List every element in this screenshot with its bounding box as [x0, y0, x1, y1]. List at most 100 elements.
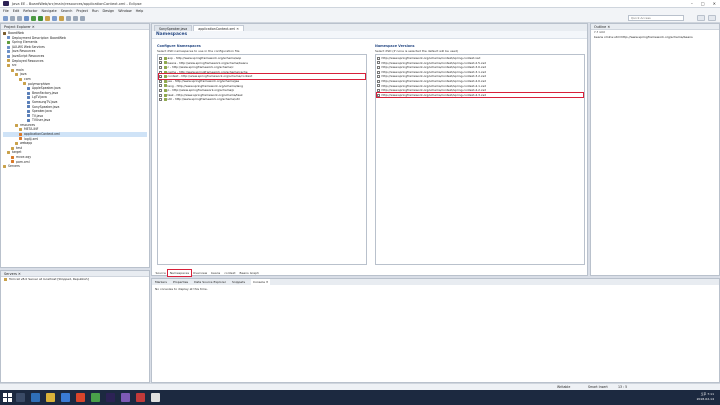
- namespace-item[interactable]: util - http://www.springframework.org/sc…: [159, 97, 365, 102]
- tree-node-icon: [27, 114, 30, 118]
- maximize-button[interactable]: □: [701, 1, 705, 6]
- debug-icon[interactable]: [31, 15, 36, 21]
- checkbox[interactable]: [159, 84, 162, 88]
- menu-search[interactable]: Search: [61, 9, 73, 13]
- open-type-icon[interactable]: [59, 15, 64, 21]
- tree-node-icon: [15, 123, 18, 127]
- editor-page-tabs: Source Namespaces Overview beans context Bean…: [154, 269, 260, 277]
- menu-project[interactable]: Project: [76, 9, 88, 13]
- tree-node-icon: [11, 146, 14, 150]
- menu-navigate[interactable]: Navigate: [42, 9, 57, 13]
- menu-file[interactable]: File: [3, 9, 9, 13]
- external-tools-icon[interactable]: [45, 15, 50, 21]
- search-icon[interactable]: [66, 15, 71, 21]
- eclipse-icon[interactable]: [106, 393, 115, 402]
- page-tab-context[interactable]: context: [223, 270, 237, 276]
- page-tab-source[interactable]: Source: [154, 270, 167, 276]
- server-item[interactable]: Tomcat v8.0 Server at localhost [Stopped…: [1, 277, 149, 282]
- tree-node-icon: [3, 31, 6, 35]
- app-icon[interactable]: [136, 393, 145, 402]
- print-icon[interactable]: [24, 15, 29, 21]
- save-all-icon[interactable]: [17, 15, 22, 21]
- checkbox[interactable]: [377, 75, 380, 79]
- checkbox[interactable]: [377, 65, 380, 69]
- taskbar: 오후 7:11 2018-02-14: [0, 390, 720, 405]
- checkbox[interactable]: [159, 65, 162, 69]
- checkbox[interactable]: [377, 93, 380, 97]
- tab-data-source-explorer[interactable]: Data Source Explorer: [194, 279, 226, 285]
- tree-node-icon: [7, 40, 10, 44]
- new-java-project-icon[interactable]: [52, 15, 57, 21]
- checkbox[interactable]: [159, 93, 162, 97]
- tab-applicationcontext-xml[interactable]: applicationContext.xml ✕: [193, 25, 244, 31]
- java-perspective-icon[interactable]: [708, 15, 716, 21]
- tree-node-icon: [7, 63, 10, 67]
- editor-tab-bar: SonySpeaker.java applicationContext.xml …: [152, 24, 587, 31]
- close-button[interactable]: ✕: [713, 1, 716, 6]
- app-icon[interactable]: [91, 393, 100, 402]
- checkbox[interactable]: ✓: [159, 61, 163, 65]
- forward-icon[interactable]: [80, 15, 85, 21]
- tree-node-icon: [19, 77, 22, 81]
- eclipse-icon: [3, 1, 9, 6]
- tab-snippets[interactable]: Snippets: [232, 279, 245, 285]
- new-icon[interactable]: [3, 15, 8, 21]
- outline-item[interactable]: beans xmlns:util=http://www.springframew…: [591, 35, 719, 40]
- namespace-icon: [163, 79, 167, 83]
- console-message: No consoles to display at this time.: [155, 287, 208, 291]
- store-icon[interactable]: [61, 393, 70, 402]
- checkbox[interactable]: [377, 84, 380, 88]
- menu-run[interactable]: Run: [92, 9, 99, 13]
- checkbox[interactable]: [159, 98, 162, 102]
- menu-help[interactable]: Help: [136, 9, 144, 13]
- edge-icon[interactable]: [31, 393, 40, 402]
- item-label: http://www.springframework.org/schema/co…: [381, 92, 486, 97]
- checkbox[interactable]: [159, 79, 162, 83]
- tree-node-icon: [27, 119, 30, 123]
- tab-console[interactable]: Console ✕: [251, 279, 271, 285]
- checkbox[interactable]: [377, 70, 380, 74]
- version-item[interactable]: http://www.springframework.org/schema/co…: [376, 91, 584, 99]
- tree-node-icon: [27, 105, 30, 109]
- item-label: util - http://www.springframework.org/sc…: [167, 97, 240, 102]
- file-explorer-icon[interactable]: [46, 393, 55, 402]
- tab-properties[interactable]: Properties: [173, 279, 188, 285]
- window-controls: – □ ✕: [691, 1, 716, 6]
- tree-node-icon: [11, 155, 14, 159]
- page-tab-overview[interactable]: Overview: [192, 270, 209, 276]
- checkbox[interactable]: [377, 88, 380, 92]
- taskbar-clock[interactable]: 오후 7:11 2018-02-14: [697, 392, 714, 402]
- save-icon[interactable]: [10, 15, 15, 21]
- checkbox[interactable]: [159, 56, 162, 60]
- menu-refactor[interactable]: Refactor: [23, 9, 37, 13]
- minimize-button[interactable]: –: [691, 1, 693, 6]
- app-icon[interactable]: [151, 393, 160, 402]
- search-icon[interactable]: [16, 393, 25, 402]
- menu-edit[interactable]: Edit: [13, 9, 20, 13]
- namespace-versions-section: Namespace Versions Select XSD (if none i…: [375, 44, 585, 270]
- menu-design[interactable]: Design: [103, 9, 115, 13]
- checkbox[interactable]: [159, 70, 162, 74]
- run-icon[interactable]: [38, 15, 43, 21]
- app-icon[interactable]: [121, 393, 130, 402]
- checkbox[interactable]: [377, 79, 380, 83]
- checkbox[interactable]: ✓: [159, 75, 163, 79]
- windows-start-icon[interactable]: [3, 393, 12, 402]
- tree-node-icon: [19, 132, 22, 136]
- java-ee-perspective-icon[interactable]: [697, 15, 705, 21]
- tab-markers[interactable]: Markers: [155, 279, 167, 285]
- app-icon[interactable]: [76, 393, 85, 402]
- page-tab-namespaces[interactable]: Namespaces: [167, 269, 192, 277]
- menu-window[interactable]: Window: [118, 9, 131, 13]
- checkbox[interactable]: [377, 61, 380, 65]
- page-tab-beans-graph[interactable]: Beans Graph: [238, 270, 260, 276]
- checkbox[interactable]: [159, 88, 162, 92]
- tree-item[interactable]: Servers: [3, 164, 147, 169]
- tree-node-icon: [7, 151, 10, 155]
- checkbox[interactable]: [377, 56, 380, 60]
- back-icon[interactable]: [73, 15, 78, 21]
- quick-access-input[interactable]: Quick Access: [628, 15, 684, 21]
- project-tree: BoardWeb Deployment Descriptor: BoardWeb S…: [1, 30, 149, 170]
- page-tab-beans[interactable]: beans: [210, 270, 222, 276]
- tree-node-icon: [27, 109, 30, 113]
